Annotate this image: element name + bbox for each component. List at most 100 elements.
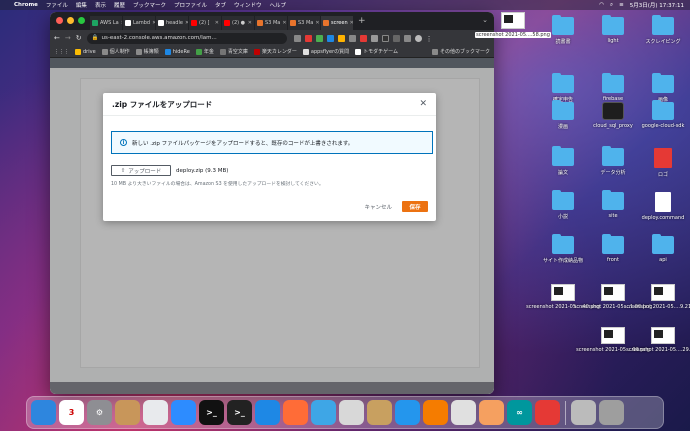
save-button[interactable]: 保存 <box>402 201 428 212</box>
menu-file[interactable]: ファイル <box>46 1 68 9</box>
desktop-icon[interactable]: screenshot 2021-05....9.21.png <box>624 284 690 310</box>
preview-icon[interactable] <box>571 400 596 425</box>
apps-icon[interactable]: ⋮⋮⋮ <box>54 49 69 55</box>
menu-window[interactable]: ウィンドウ <box>234 1 262 9</box>
close-tab-icon[interactable]: ✕ <box>282 20 286 26</box>
arduino-icon[interactable]: ∞ <box>507 400 532 425</box>
desktop-icon[interactable]: 論文 <box>538 146 588 176</box>
menu-profile[interactable]: プロファイル <box>174 1 207 9</box>
extension-icon[interactable] <box>359 34 367 42</box>
wifi-icon[interactable]: ◠ <box>599 2 604 8</box>
zoom-icon[interactable] <box>171 400 196 425</box>
bookmark-item[interactable]: 青空文庫 <box>219 48 248 55</box>
upload-button[interactable]: ⇧ アップロード <box>111 165 171 176</box>
extension-icon[interactable] <box>337 34 345 42</box>
profile-avatar[interactable] <box>414 34 422 42</box>
app-orange-icon[interactable] <box>479 400 504 425</box>
search-icon[interactable]: ⌕ <box>610 2 613 9</box>
menu-bookmarks[interactable]: ブックマーク <box>133 1 166 9</box>
bookmark-item[interactable]: appsflyerの質問 <box>302 48 349 55</box>
desktop-icon[interactable]: google-cloud-sdk <box>638 100 688 129</box>
desktop-icon[interactable]: deploy.command <box>638 192 688 221</box>
desktop-icon[interactable]: cloud_sql_proxy <box>588 102 638 129</box>
menu-history[interactable]: 履歴 <box>114 1 125 9</box>
bookmark-item[interactable]: 個人制作 <box>101 48 130 55</box>
finder-icon[interactable] <box>31 400 56 425</box>
desktop-icon[interactable]: サイト作成納品物 <box>538 234 588 264</box>
extension-icon[interactable] <box>326 34 334 42</box>
terminal-1-icon[interactable]: >_ <box>199 400 224 425</box>
bookmark-item[interactable]: 帳簿類 <box>135 48 159 55</box>
browser-tab[interactable]: (2) [✕ <box>189 16 222 30</box>
clock-icon[interactable] <box>535 400 560 425</box>
bookmark-item[interactable]: 楽天カレンダー <box>253 48 297 55</box>
back-icon[interactable]: ← <box>54 34 60 42</box>
desktop-icon[interactable]: 小説 <box>538 190 588 220</box>
browser-tab[interactable]: S3 Ma ✕ <box>255 16 288 30</box>
desktop-icon[interactable]: screenshot 2021-05....29.png <box>626 327 690 353</box>
desktop-icon[interactable]: 漫画 <box>538 100 588 130</box>
extension-icon[interactable] <box>403 34 411 42</box>
chrome-icon[interactable] <box>143 400 168 425</box>
bookmark-item[interactable]: 年金 <box>195 48 214 55</box>
new-tab-button[interactable]: + <box>358 16 366 26</box>
close-tab-icon[interactable]: ✕ <box>350 20 353 26</box>
system-preferences-icon[interactable]: ⚙ <box>87 400 112 425</box>
browser-tab[interactable]: (2) ● ✕ <box>222 16 255 30</box>
close-tab-icon[interactable]: ✕ <box>315 20 319 26</box>
extension-icon[interactable] <box>293 34 301 42</box>
extension-icon[interactable] <box>370 34 378 42</box>
desktop-icon[interactable]: スクレイピング <box>638 15 688 45</box>
extension-icon[interactable] <box>348 34 356 42</box>
bookmark-item[interactable]: drive <box>75 48 96 55</box>
desktop-icon[interactable]: screenshot 2021-05....58.png <box>475 12 551 38</box>
close-tab-icon[interactable]: ✕ <box>248 20 252 26</box>
menu-edit[interactable]: 編集 <box>76 1 87 9</box>
other-bookmarks[interactable]: その他のブックマーク <box>431 48 490 55</box>
extension-icon[interactable] <box>304 34 312 42</box>
browser-tab[interactable]: Lambd ✕ <box>123 16 156 30</box>
desktop-icon[interactable]: ロゴ <box>638 148 688 178</box>
extension-icon[interactable] <box>392 34 400 42</box>
bookmark-item[interactable]: トモダチゲーム <box>355 48 398 55</box>
close-window-button[interactable] <box>56 17 63 24</box>
desktop-icon[interactable]: api <box>638 234 688 263</box>
extension-icon[interactable] <box>381 34 389 42</box>
address-bar[interactable]: 🔒 us-east-2.console.aws.amazon.com/lam..… <box>86 32 287 44</box>
extension-icon[interactable] <box>315 34 323 42</box>
close-tab-icon[interactable]: ✕ <box>215 20 219 26</box>
minimize-window-button[interactable] <box>67 17 74 24</box>
desktop-icon[interactable]: front <box>588 234 638 263</box>
browser-tab[interactable]: AWS La✕ <box>90 16 123 30</box>
browser-tab[interactable]: headle ✕ <box>156 16 189 30</box>
bookmark-item[interactable]: hideRe <box>164 48 190 55</box>
kebab-menu-icon[interactable]: ⋮ <box>426 35 433 43</box>
control-center-icon[interactable]: ≡ <box>619 2 624 8</box>
contacts-icon[interactable] <box>115 400 140 425</box>
calendar-icon[interactable]: 3 <box>59 400 84 425</box>
reload-icon[interactable]: ↻ <box>76 34 82 42</box>
postman-icon[interactable] <box>283 400 308 425</box>
steam-icon[interactable] <box>451 400 476 425</box>
desktop-icon[interactable]: light <box>588 15 638 44</box>
desktop-icon[interactable]: 画像 <box>638 73 688 103</box>
menu-app-name[interactable]: Chrome <box>14 2 38 8</box>
menu-tab[interactable]: タブ <box>215 1 226 9</box>
terminal-2-icon[interactable]: >_ <box>227 400 252 425</box>
browser-tab[interactable]: S3 Ma ✕ <box>288 16 321 30</box>
package-icon[interactable] <box>367 400 392 425</box>
trash-icon[interactable] <box>599 400 624 425</box>
browser-tab[interactable]: screen ✕ <box>321 16 354 30</box>
desktop-icon[interactable]: 読書書 <box>538 15 588 45</box>
desktop-icon[interactable]: site <box>588 190 638 219</box>
close-icon[interactable]: ✕ <box>419 99 427 109</box>
forward-icon[interactable]: → <box>65 34 71 42</box>
quicktime-icon[interactable] <box>311 400 336 425</box>
desktop-icon[interactable]: 確定申告 <box>538 73 588 103</box>
zoom-window-button[interactable] <box>78 17 85 24</box>
desktop-icon[interactable]: データ分析 <box>588 146 638 176</box>
sequel-icon[interactable] <box>339 400 364 425</box>
vscode-icon[interactable] <box>255 400 280 425</box>
docker-icon[interactable] <box>395 400 420 425</box>
menu-clock[interactable]: 5月3日(月) 17:37:11 <box>630 1 684 9</box>
